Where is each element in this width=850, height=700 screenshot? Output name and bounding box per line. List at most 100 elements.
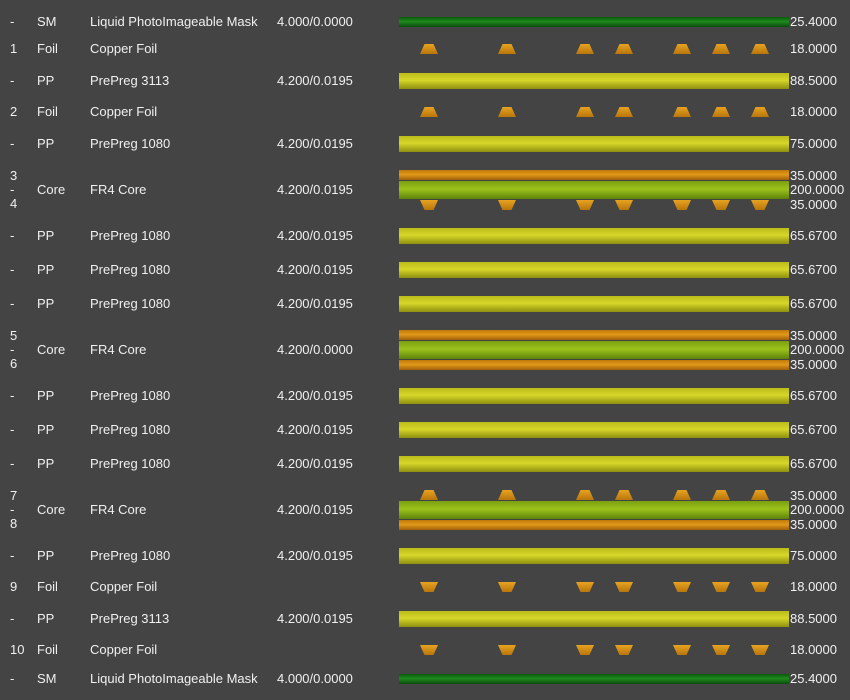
thickness-label: 65.6700 [790, 388, 837, 403]
copper-trace-icon [576, 490, 594, 500]
copper-trace-icon [673, 44, 691, 54]
thickness-label: 18.0000 [790, 41, 837, 56]
layer-type: PP [37, 262, 55, 277]
layer-number: - [10, 296, 15, 311]
thickness-label: 35.0000 [790, 516, 837, 532]
material-name: Copper Foil [90, 41, 158, 56]
copper-trace-icon [673, 490, 691, 500]
layer-number: 4 [10, 196, 18, 211]
material-name: PrePreg 1080 [90, 388, 171, 403]
prepreg-bar [399, 611, 789, 627]
copper-trace-icon [615, 200, 633, 210]
copper-trace-icon [751, 107, 769, 117]
layer-type: PP [37, 228, 55, 243]
layer-type: PP [37, 611, 55, 626]
layer-type: PP [37, 422, 55, 437]
layer-type: Core [37, 502, 66, 517]
dielectric-constant: 4.200/0.0195 [277, 422, 353, 437]
prepreg-bar [399, 73, 789, 89]
layer-number: - [10, 228, 15, 243]
dielectric-constant: 4.200/0.0195 [277, 548, 353, 563]
copper-trace-icon [712, 645, 730, 655]
layer-type: SM [37, 14, 57, 29]
copper-trace-icon [576, 582, 594, 592]
layer-number: - [10, 73, 15, 88]
layer-number: 8 [10, 516, 18, 531]
layer-number: - [10, 262, 15, 277]
prepreg-bar [399, 262, 789, 278]
prepreg-bar [399, 548, 789, 564]
layer-type: PP [37, 296, 55, 311]
dielectric-constant: 4.200/0.0195 [277, 296, 353, 311]
copper-trace-icon [420, 44, 438, 54]
thickness-label: 65.6700 [790, 296, 837, 311]
layer-number: 7 [10, 488, 18, 503]
layer-number: 3 [10, 168, 18, 183]
layer-number: - [10, 182, 15, 197]
material-name: PrePreg 1080 [90, 422, 171, 437]
material-name: Liquid PhotoImageable Mask [90, 14, 258, 29]
thickness-label: 88.5000 [790, 611, 837, 626]
solder-mask-bar [399, 674, 789, 684]
thickness-label: 35.0000 [790, 167, 837, 183]
thickness-label: 65.6700 [790, 228, 837, 243]
copper-trace-icon [673, 645, 691, 655]
material-name: FR4 Core [90, 342, 147, 357]
thickness-label: 75.0000 [790, 136, 837, 151]
copper-trace-icon [420, 645, 438, 655]
prepreg-bar [399, 228, 789, 244]
core-bar [399, 341, 789, 359]
copper-trace-icon [498, 44, 516, 54]
dielectric-constant: 4.200/0.0195 [277, 136, 353, 151]
layer-number: - [10, 502, 15, 517]
layer-number: 5 [10, 328, 18, 343]
copper-trace-icon [751, 44, 769, 54]
dielectric-constant: 4.200/0.0195 [277, 182, 353, 197]
thickness-label: 25.4000 [790, 671, 837, 686]
solder-mask-bar [399, 17, 789, 27]
copper-trace-icon [615, 44, 633, 54]
dielectric-constant: 4.200/0.0195 [277, 228, 353, 243]
thickness-label: 35.0000 [790, 327, 837, 343]
material-name: Copper Foil [90, 579, 158, 594]
material-name: PrePreg 1080 [90, 456, 171, 471]
layer-type: Foil [37, 104, 58, 119]
copper-trace-icon [576, 107, 594, 117]
copper-trace-icon [673, 582, 691, 592]
layer-type: Core [37, 182, 66, 197]
copper-layer-bar [399, 360, 789, 370]
thickness-label: 200.0000 [790, 342, 845, 357]
thickness-label: 200.0000 [790, 502, 845, 517]
prepreg-bar [399, 422, 789, 438]
material-name: PrePreg 1080 [90, 296, 171, 311]
prepreg-bar [399, 136, 789, 152]
dielectric-constant: 4.000/0.0000 [277, 14, 353, 29]
layer-number: - [10, 456, 15, 471]
layer-type: Core [37, 342, 66, 357]
dielectric-constant: 4.000/0.0000 [277, 671, 353, 686]
prepreg-bar [399, 388, 789, 404]
material-name: FR4 Core [90, 182, 147, 197]
material-name: Liquid PhotoImageable Mask [90, 671, 258, 686]
copper-trace-icon [615, 490, 633, 500]
material-name: PrePreg 1080 [90, 136, 171, 151]
copper-trace-icon [751, 200, 769, 210]
layer-type: PP [37, 388, 55, 403]
layer-number: - [10, 422, 15, 437]
copper-trace-icon [712, 44, 730, 54]
thickness-label: 35.0000 [790, 196, 837, 212]
layer-type: SM [37, 671, 57, 686]
copper-trace-icon [420, 582, 438, 592]
copper-trace-icon [498, 107, 516, 117]
copper-trace-icon [576, 645, 594, 655]
layer-number: 6 [10, 356, 18, 371]
material-name: FR4 Core [90, 502, 147, 517]
copper-trace-icon [712, 200, 730, 210]
copper-trace-icon [576, 44, 594, 54]
dielectric-constant: 4.200/0.0195 [277, 611, 353, 626]
copper-trace-icon [420, 107, 438, 117]
copper-trace-icon [712, 107, 730, 117]
thickness-label: 75.0000 [790, 548, 837, 563]
material-name: PrePreg 3113 [90, 73, 170, 88]
copper-trace-icon [751, 645, 769, 655]
